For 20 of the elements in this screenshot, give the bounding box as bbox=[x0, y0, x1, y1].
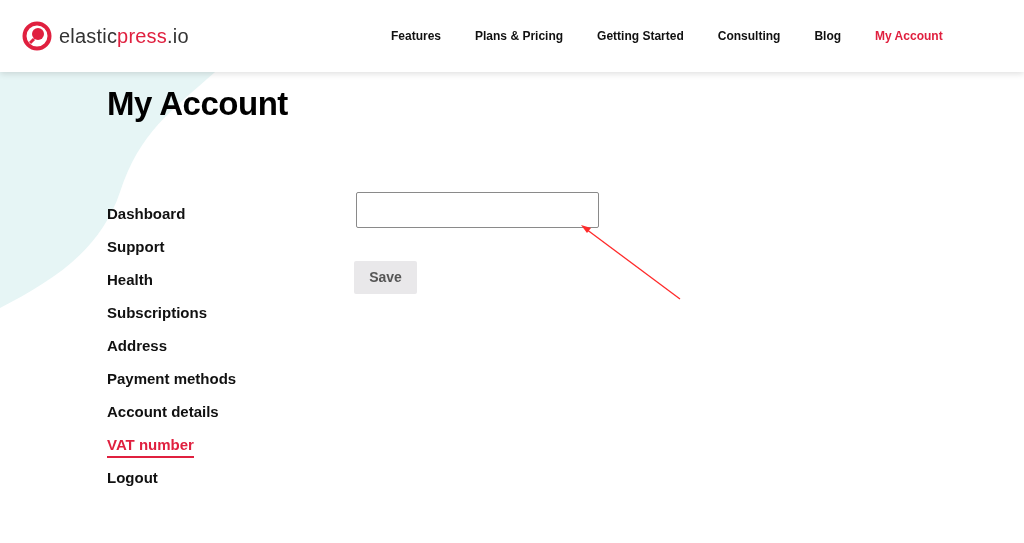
sidebar-link[interactable]: Logout bbox=[107, 468, 158, 487]
nav-link[interactable]: Consulting bbox=[717, 27, 781, 45]
save-button[interactable]: Save bbox=[354, 261, 417, 294]
logo-text: elasticpress.io bbox=[59, 24, 189, 49]
nav-link[interactable]: Getting Started bbox=[597, 27, 684, 45]
nav-link[interactable]: Features bbox=[391, 27, 442, 45]
sidebar-link[interactable]: VAT number bbox=[107, 435, 194, 458]
sidebar-link[interactable]: Health bbox=[107, 270, 153, 289]
sidebar-link[interactable]: Dashboard bbox=[107, 204, 186, 223]
sidebar-link[interactable]: Support bbox=[107, 237, 165, 256]
sidebar-link[interactable]: Subscriptions bbox=[107, 303, 207, 322]
page-title: My Account bbox=[107, 86, 289, 122]
sidebar-link[interactable]: Payment methods bbox=[107, 369, 237, 388]
vat-number-field[interactable] bbox=[356, 192, 599, 228]
nav-link[interactable]: My Account bbox=[875, 27, 943, 45]
sidebar-link[interactable]: Address bbox=[107, 336, 168, 355]
sidebar-link[interactable]: Account details bbox=[107, 402, 219, 421]
nav-link[interactable]: Plans & Pricing bbox=[475, 27, 564, 45]
nav-link[interactable]: Blog bbox=[814, 27, 842, 45]
logo-icon bbox=[22, 21, 52, 51]
